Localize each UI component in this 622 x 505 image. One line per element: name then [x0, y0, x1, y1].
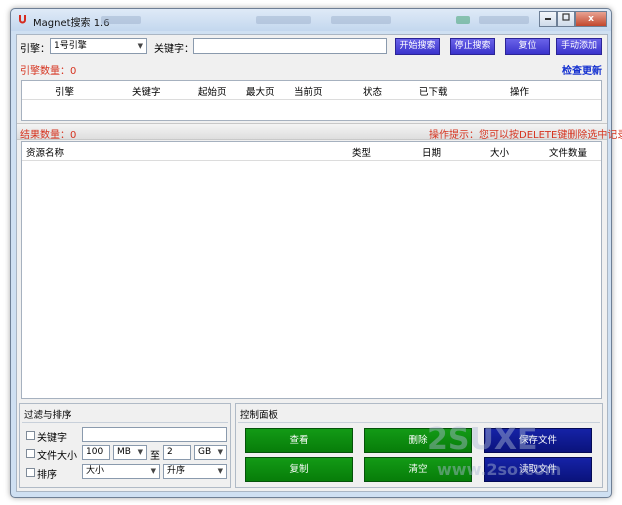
column-header[interactable]: 状态 [363, 84, 382, 98]
engine-select-value: 1号引擎 [54, 41, 87, 51]
column-header[interactable]: 关键字 [132, 84, 161, 98]
column-header[interactable]: 已下载 [419, 84, 448, 98]
size-from-value: 100 [86, 447, 104, 457]
sort-by-select[interactable]: 大小 ▼ [82, 464, 160, 479]
copy-button[interactable]: 复制 [245, 457, 353, 482]
sort-order-select[interactable]: 升序 ▼ [163, 464, 227, 479]
result-count-label: 结果数量：0 [20, 130, 77, 141]
view-button[interactable]: 查看 [245, 428, 353, 453]
column-header[interactable]: 日期 [422, 145, 441, 159]
column-header[interactable]: 引擎 [55, 84, 74, 98]
engine-label: 引擎： [20, 44, 50, 55]
size-to-input[interactable]: 2 [163, 445, 191, 460]
blurred-taskbar-text [479, 16, 529, 24]
maximize-icon [562, 13, 570, 21]
engine-select[interactable]: 1号引擎 ▼ [50, 38, 147, 54]
chevron-down-icon: ▼ [150, 467, 156, 475]
control-panel: 控制面板 查看 删除 保存文件 复制 清空 读取文件 [235, 403, 603, 488]
clear-button[interactable]: 清空 [364, 457, 472, 482]
unit-from-value: MB [117, 447, 131, 457]
app-window: Magnet搜索 1.6 x 引擎： 1号引擎 ▼ 关键字： 开始搜索 停止搜索… [10, 8, 622, 498]
manual-add-button[interactable]: 手动添加 [556, 38, 602, 55]
minimize-button[interactable] [539, 11, 557, 27]
filter-sort-panel: 过滤与排序 关键字 文件大小 100 MB ▼ 至 2 GB ▼ 排序 大小 ▼… [19, 403, 231, 488]
divider [22, 422, 228, 423]
sort-by-value: 大小 [86, 466, 105, 476]
keyword-label: 关键字： [154, 44, 194, 55]
to-label: 至 [150, 451, 160, 462]
keyword-input[interactable] [193, 38, 387, 54]
results-table[interactable]: 资源名称 类型 日期 大小 文件数量 [21, 141, 602, 399]
blurred-taskbar-text [101, 16, 141, 24]
minimize-icon [545, 18, 551, 20]
stop-search-button[interactable]: 停止搜索 [450, 38, 495, 55]
title-bar: Magnet搜索 1.6 x [11, 9, 611, 31]
result-status-band: 结果数量：0 操作提示：您可以按DELETE键删除选中记录 [17, 123, 622, 141]
column-header[interactable]: 类型 [352, 145, 371, 159]
blurred-taskbar-text [456, 16, 470, 24]
filter-panel-title: 过滤与排序 [24, 410, 72, 421]
sort-checkbox[interactable] [26, 468, 35, 477]
maximize-button[interactable] [557, 11, 575, 27]
column-header[interactable]: 起始页 [198, 84, 227, 98]
column-header[interactable]: 大小 [490, 145, 509, 159]
engine-table-header: 引擎 关键字 起始页 最大页 当前页 状态 已下载 操作 [22, 81, 601, 100]
engine-count-label: 引擎数量：0 [20, 66, 77, 77]
blurred-taskbar-text [256, 16, 311, 24]
column-header[interactable]: 操作 [510, 84, 529, 98]
chevron-down-icon: ▼ [137, 448, 143, 456]
chevron-down-icon: ▼ [217, 448, 223, 456]
read-file-button[interactable]: 读取文件 [484, 457, 592, 482]
sort-label: 排序 [37, 470, 57, 481]
filesize-filter-label: 文件大小 [37, 451, 77, 462]
column-header[interactable]: 当前页 [294, 84, 323, 98]
keyword-filter-input[interactable] [82, 427, 227, 442]
unit-from-select[interactable]: MB ▼ [113, 445, 147, 460]
start-search-button[interactable]: 开始搜索 [395, 38, 440, 55]
magnet-app-icon [19, 15, 26, 24]
check-update-link[interactable]: 检查更新 [562, 62, 602, 77]
column-header[interactable]: 资源名称 [26, 145, 64, 159]
operation-hint: 操作提示：您可以按DELETE键删除选中记录 [429, 130, 622, 141]
close-button[interactable]: x [575, 11, 607, 27]
reset-button[interactable]: 复位 [505, 38, 550, 55]
chevron-down-icon: ▼ [217, 467, 223, 475]
window-title: Magnet搜索 1.6 [33, 18, 110, 29]
control-panel-title: 控制面板 [240, 410, 279, 421]
column-header[interactable]: 最大页 [246, 84, 275, 98]
size-from-input[interactable]: 100 [82, 445, 110, 460]
results-table-header: 资源名称 类型 日期 大小 文件数量 [22, 142, 601, 161]
keyword-filter-label: 关键字 [37, 433, 67, 444]
engine-table[interactable]: 引擎 关键字 起始页 最大页 当前页 状态 已下载 操作 [21, 80, 602, 121]
blurred-taskbar-text [331, 16, 391, 24]
unit-to-select[interactable]: GB ▼ [194, 445, 227, 460]
size-to-value: 2 [167, 447, 173, 457]
filesize-filter-checkbox[interactable] [26, 449, 35, 458]
delete-button[interactable]: 删除 [364, 428, 472, 453]
column-header[interactable]: 文件数量 [549, 145, 587, 159]
main-client-area: 引擎： 1号引擎 ▼ 关键字： 开始搜索 停止搜索 复位 手动添加 引擎数量：0… [16, 34, 622, 492]
divider [238, 422, 600, 423]
save-file-button[interactable]: 保存文件 [484, 428, 592, 453]
sort-order-value: 升序 [167, 466, 186, 476]
keyword-filter-checkbox[interactable] [26, 431, 35, 440]
unit-to-value: GB [198, 447, 212, 457]
chevron-down-icon: ▼ [137, 42, 143, 50]
close-icon: x [588, 14, 594, 24]
